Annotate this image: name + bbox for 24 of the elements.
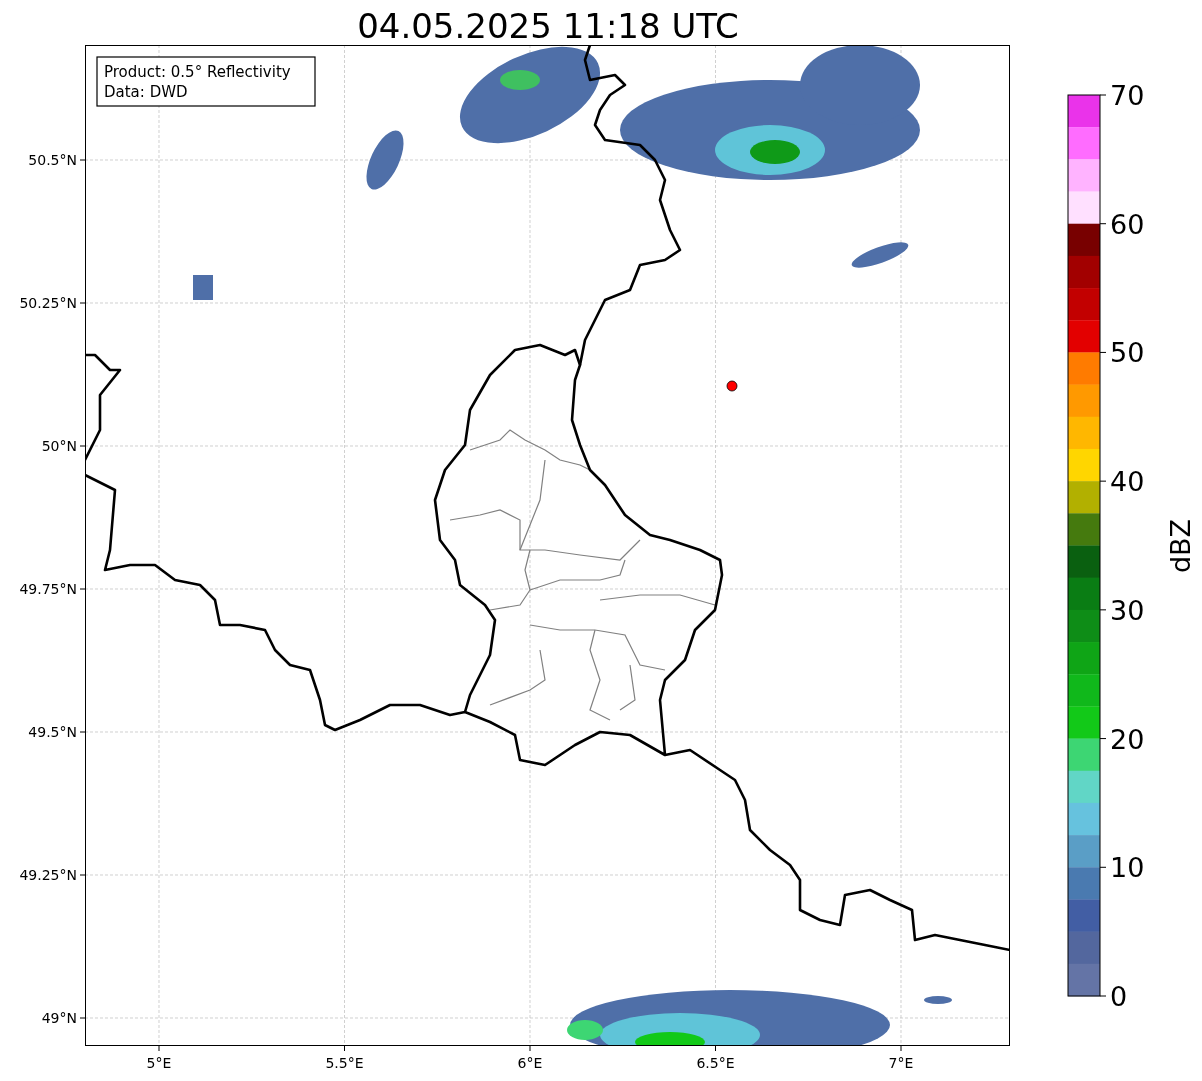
latitude-label: 50.5°N <box>28 152 77 168</box>
info-text: Product: 0.5° Reflectivity <box>104 63 291 81</box>
info-text: Data: DWD <box>104 83 188 101</box>
colorbar-tick-label: 70 <box>1110 80 1145 111</box>
colorbar-tick-label: 30 <box>1110 594 1145 626</box>
latitude-label: 49°N <box>41 1010 77 1026</box>
colorbar-tick-label: 60 <box>1110 208 1145 240</box>
latitude-label: 49.75°N <box>19 581 77 597</box>
longitude-label: 5.5°E <box>325 1055 364 1071</box>
colorbar-tick-label: 10 <box>1110 852 1145 884</box>
longitude-label: 5°E <box>146 1055 172 1071</box>
colorbar-tick-label: 40 <box>1110 466 1145 498</box>
longitude-label: 6.5°E <box>696 1055 735 1071</box>
colorbar-tick-label: 50 <box>1110 337 1145 369</box>
longitude-label: 6°E <box>517 1055 543 1071</box>
chart-title: 04.05.2025 11:18 UTC <box>357 6 739 46</box>
latitude-label: 50°N <box>41 438 77 454</box>
latitude-label: 49.5°N <box>28 724 77 740</box>
colorbar-label: dBZ <box>1165 518 1196 574</box>
latitude-label: 50.25°N <box>19 295 77 311</box>
latitude-label: 49.25°N <box>19 867 77 883</box>
longitude-label: 7°E <box>888 1055 914 1071</box>
colorbar-tick-label: 0 <box>1110 981 1128 1012</box>
colorbar-tick-label: 20 <box>1110 723 1145 755</box>
